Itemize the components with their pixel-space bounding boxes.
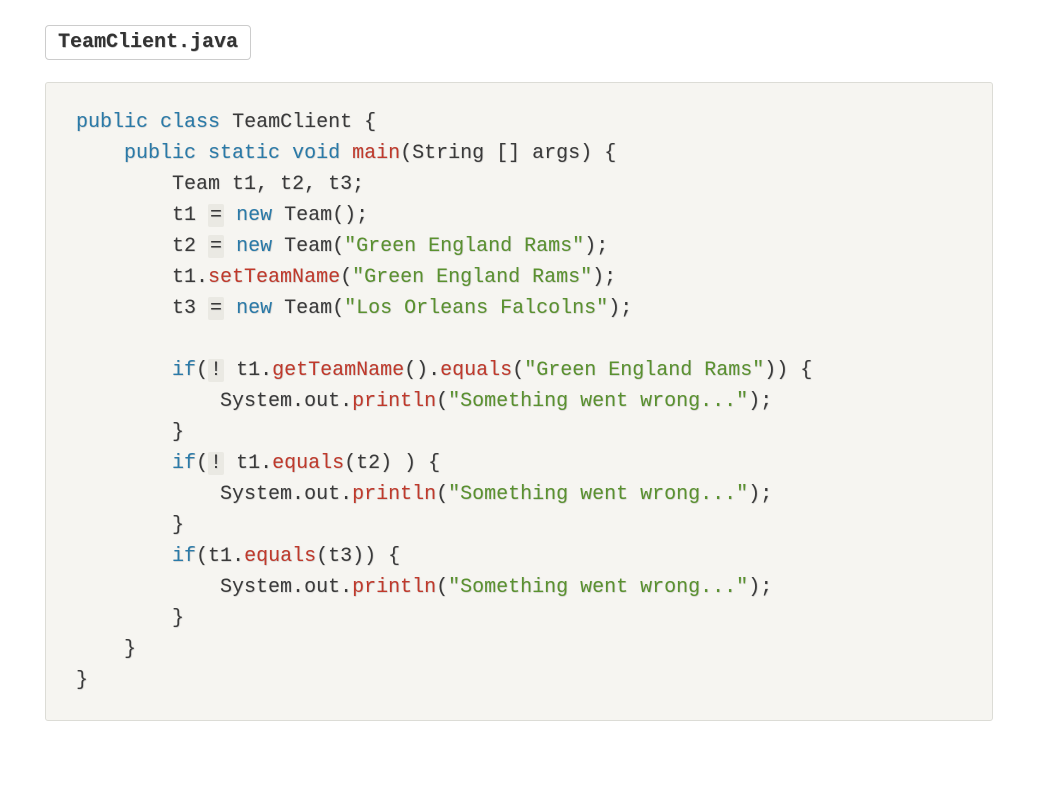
id-t3: t3 [328,173,352,196]
method-println: println [352,483,436,506]
method-println: println [352,576,436,599]
id-team: Team [172,173,220,196]
kw-public: public [124,142,196,165]
str-wrong: "Something went wrong..." [448,390,748,413]
method-equals: equals [244,545,316,568]
id-args: args [532,142,580,165]
id-team: Team [284,235,332,258]
op-bang: ! [208,359,224,382]
id-t1: t1 [172,266,196,289]
kw-if: if [172,452,196,475]
op-bang: ! [208,452,224,475]
op-assign: = [208,235,224,258]
kw-class: class [160,111,220,134]
id-t2: t2 [172,235,196,258]
kw-if: if [172,545,196,568]
id-t1: t1 [236,359,260,382]
kw-new: new [236,297,272,320]
kw-if: if [172,359,196,382]
id-out: out [304,576,340,599]
str-green: "Green England Rams" [344,235,584,258]
str-wrong: "Something went wrong..." [448,576,748,599]
op-assign: = [208,204,224,227]
id-t3: t3 [172,297,196,320]
id-out: out [304,390,340,413]
id-t1: t1 [172,204,196,227]
str-wrong: "Something went wrong..." [448,483,748,506]
str-green: "Green England Rams" [352,266,592,289]
kw-void: void [292,142,340,165]
filename-label: TeamClient.java [45,25,251,60]
id-system: System [220,390,292,413]
id-team: Team [284,297,332,320]
id-t1: t1 [232,173,256,196]
code-block: public class TeamClient { public static … [45,82,993,721]
method-main: main [352,142,400,165]
str-green: "Green England Rams" [524,359,764,382]
method-setteamname: setTeamName [208,266,340,289]
op-assign: = [208,297,224,320]
id-team: Team [284,204,332,227]
id-out: out [304,483,340,506]
kw-static: static [208,142,280,165]
id-t2: t2 [280,173,304,196]
method-equals: equals [272,452,344,475]
id-system: System [220,576,292,599]
kw-public: public [76,111,148,134]
id-t1: t1 [236,452,260,475]
id-system: System [220,483,292,506]
str-los: "Los Orleans Falcolns" [344,297,608,320]
id-string: String [412,142,484,165]
kw-new: new [236,235,272,258]
kw-new: new [236,204,272,227]
method-println: println [352,390,436,413]
method-equals: equals [440,359,512,382]
id-t2: t2 [356,452,380,475]
method-getteamname: getTeamName [272,359,404,382]
cls-name: TeamClient [232,111,352,134]
id-t3: t3 [328,545,352,568]
id-t1: t1 [208,545,232,568]
